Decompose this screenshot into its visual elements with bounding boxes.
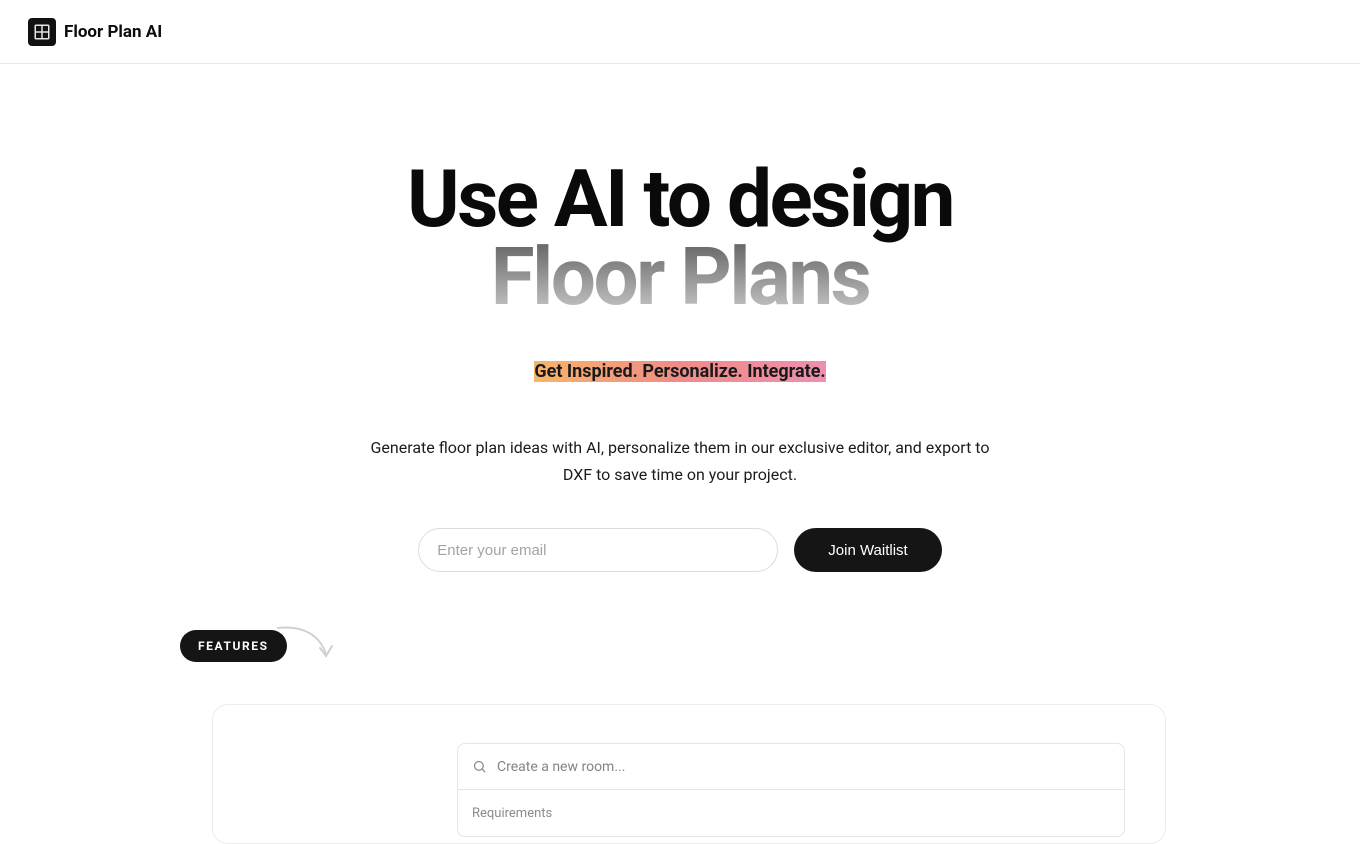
features-badge: FEATURES [180, 630, 287, 662]
room-builder-panel: Create a new room... Requirements [457, 743, 1125, 837]
hero-tagline-wrap: Get Inspired. Personalize. Integrate. [0, 317, 1360, 382]
curved-arrow-icon [276, 624, 338, 664]
hero-section: Use AI to design Floor Plans Get Inspire… [0, 64, 1360, 572]
join-waitlist-button[interactable]: Join Waitlist [794, 528, 941, 572]
hero-title-line2: Floor Plans [491, 230, 870, 324]
waitlist-form: Join Waitlist [0, 528, 1360, 572]
email-field[interactable] [418, 528, 778, 572]
site-header: Floor Plan AI [0, 0, 1360, 64]
requirements-label: Requirements [472, 806, 552, 821]
hero-tagline: Get Inspired. Personalize. Integrate. [534, 361, 825, 382]
feature-preview-card: Create a new room... Requirements [212, 704, 1166, 844]
room-builder-requirements-row: Requirements [458, 790, 1124, 836]
hero-title: Use AI to design Floor Plans [0, 160, 1360, 317]
brand-logo-icon [28, 18, 56, 46]
room-builder-search-row: Create a new room... [458, 744, 1124, 790]
hero-subtext: Generate floor plan ideas with AI, perso… [360, 434, 1000, 488]
room-builder-placeholder: Create a new room... [497, 759, 625, 775]
search-icon [472, 759, 487, 774]
brand-name: Floor Plan AI [64, 22, 162, 42]
